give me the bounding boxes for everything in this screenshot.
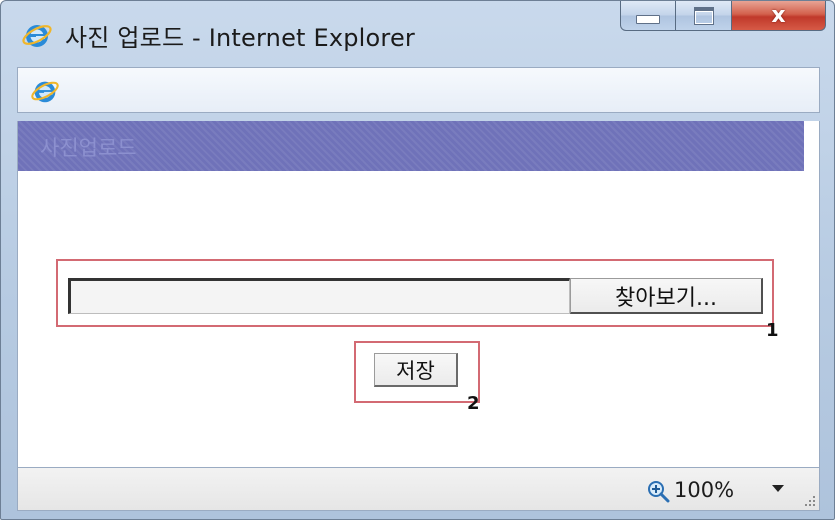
minimize-icon [636, 15, 660, 24]
maximize-button[interactable] [676, 1, 732, 31]
annotation-label-2: 2 [467, 393, 480, 414]
zoom-dropdown-button[interactable] [768, 478, 788, 500]
magnifier-plus-icon[interactable] [646, 479, 670, 503]
address-bar[interactable] [17, 67, 820, 113]
annotation-label-1: 1 [766, 320, 779, 341]
window-controls: x [620, 1, 826, 31]
page-favicon-icon [31, 81, 59, 103]
window-title: 사진 업로드 - Internet Explorer [65, 24, 415, 52]
status-bar: 100% [17, 467, 820, 511]
close-icon: x [771, 2, 786, 28]
maximize-icon [693, 6, 714, 25]
minimize-button[interactable] [620, 1, 676, 31]
triangle-down-icon [772, 485, 784, 492]
resize-grip-icon[interactable] [803, 494, 817, 508]
title-bar[interactable]: 사진 업로드 - Internet Explorer x [1, 1, 834, 63]
page-content: 사진업로드 찾아보기... 1 저장 2 [17, 121, 820, 467]
page-title: 사진업로드 [40, 136, 137, 160]
close-button[interactable]: x [732, 1, 826, 31]
file-path-input[interactable] [68, 278, 570, 314]
internet-explorer-icon [22, 25, 52, 47]
zoom-level[interactable]: 100% [674, 478, 734, 502]
save-button[interactable]: 저장 [374, 353, 458, 387]
browse-button[interactable]: 찾아보기... [570, 278, 763, 314]
browser-window: 사진 업로드 - Internet Explorer x 사진업로드 찾아보기.… [0, 0, 835, 520]
page-header: 사진업로드 [18, 121, 804, 171]
